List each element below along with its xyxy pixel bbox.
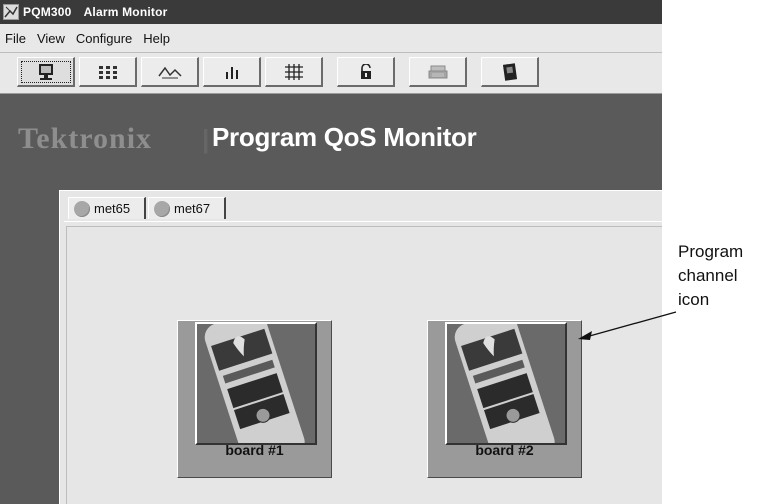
callout-annotation: Program channel icon [678,240,743,312]
callout-line-3: icon [678,290,710,309]
callout-line-2: channel [678,266,738,285]
callout-arrow [578,311,677,340]
callout-line-1: Program [678,242,744,261]
